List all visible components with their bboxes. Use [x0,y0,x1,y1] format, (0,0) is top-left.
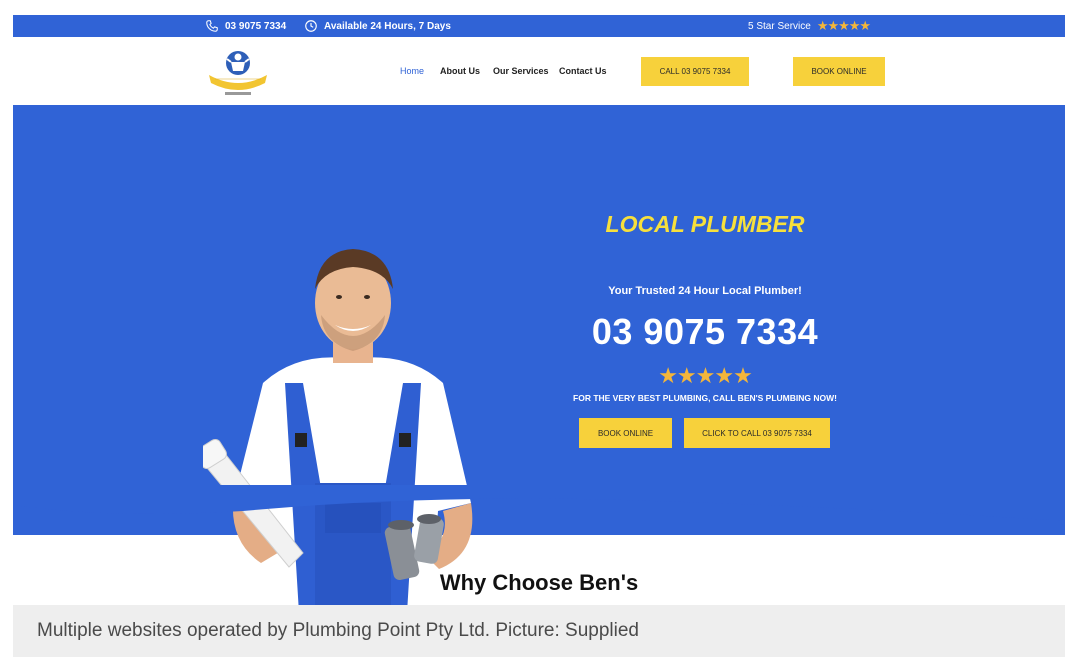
hero-section: LOCAL PLUMBER Your Trusted 24 Hour Local… [13,105,1065,605]
hero-call-button[interactable]: CLICK TO CALL 03 9075 7334 [684,418,830,448]
topbar-phone-text: 03 9075 7334 [225,20,287,32]
site-header: Home About Us Our Services Contact Us CA… [13,37,1065,105]
hero-wave-divider [13,485,1065,521]
topbar-rating: 5 Star Service ★★★★★ [748,15,871,37]
topbar-stars-icon: ★★★★★ [816,18,871,33]
nav-home[interactable]: Home [400,66,424,76]
header-call-button[interactable]: CALL 03 9075 7334 [641,57,749,86]
hero-title: LOCAL PLUMBER [605,211,805,237]
top-bar: 03 9075 7334 Available 24 Hours, 7 Days … [13,15,1065,37]
website-screenshot: 03 9075 7334 Available 24 Hours, 7 Days … [13,15,1065,605]
topbar-service-text: 5 Star Service [748,20,811,32]
topbar-phone[interactable]: 03 9075 7334 [205,15,286,37]
hero-book-button[interactable]: BOOK ONLINE [579,418,672,448]
topbar-hours-text: Available 24 Hours, 7 Days [324,20,451,32]
clock-icon [305,20,317,32]
hero-subtitle: Your Trusted 24 Hour Local Plumber! [608,285,802,297]
topbar-hours: Available 24 Hours, 7 Days [304,15,451,37]
hero-tagline: FOR THE VERY BEST PLUMBING, CALL BEN'S P… [573,393,837,403]
phone-icon [206,20,218,32]
bens-plumbing-logo[interactable] [205,45,271,99]
header-book-button[interactable]: BOOK ONLINE [793,57,885,86]
why-choose-heading: Why Choose Ben's [439,570,639,595]
plumber-photo [203,249,473,605]
hero-stars-icon: ★★★★★ [658,363,753,388]
hero-phone-number[interactable]: 03 9075 7334 [535,311,875,353]
nav-services[interactable]: Our Services [493,66,549,76]
nav-contact[interactable]: Contact Us [559,66,607,76]
nav-about[interactable]: About Us [440,66,480,76]
image-caption: Multiple websites operated by Plumbing P… [13,605,1065,657]
